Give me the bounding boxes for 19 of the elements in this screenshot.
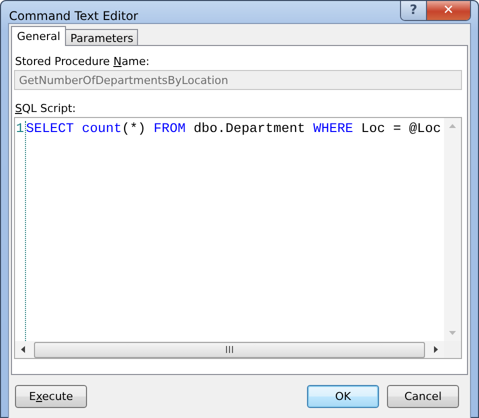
execute-button[interactable]: Execute	[15, 385, 87, 408]
scroll-up-arrow-icon[interactable]	[449, 123, 456, 130]
field-label: SQL Script:	[14, 102, 77, 115]
code-line: SELECT count(*) FROM dbo.Department WHERE Loc = @Loc	[26, 121, 441, 136]
ok-button[interactable]: OK	[307, 385, 379, 408]
tab[interactable]: General	[11, 26, 66, 46]
field-label: Stored Procedure Name:	[14, 55, 150, 68]
window-title: Command Text Editor	[8, 8, 140, 23]
help-button[interactable]: ?	[401, 1, 427, 20]
vertical-scrollbar[interactable]	[444, 118, 461, 341]
line-number: 1	[16, 121, 25, 136]
scroll-down-arrow-icon[interactable]	[449, 329, 456, 336]
cancel-button[interactable]: Cancel	[387, 385, 459, 408]
tab[interactable]: Parameters	[65, 29, 138, 45]
close-button[interactable]: ✕	[427, 1, 470, 20]
code-editor[interactable]: 1 SELECT count(*) FROM dbo.Department WHERE Loc = @Loc	[14, 117, 462, 359]
grip-icon	[226, 346, 233, 353]
scroll-right-arrow-icon[interactable]	[432, 346, 439, 353]
scroll-left-arrow-icon[interactable]	[20, 346, 27, 353]
